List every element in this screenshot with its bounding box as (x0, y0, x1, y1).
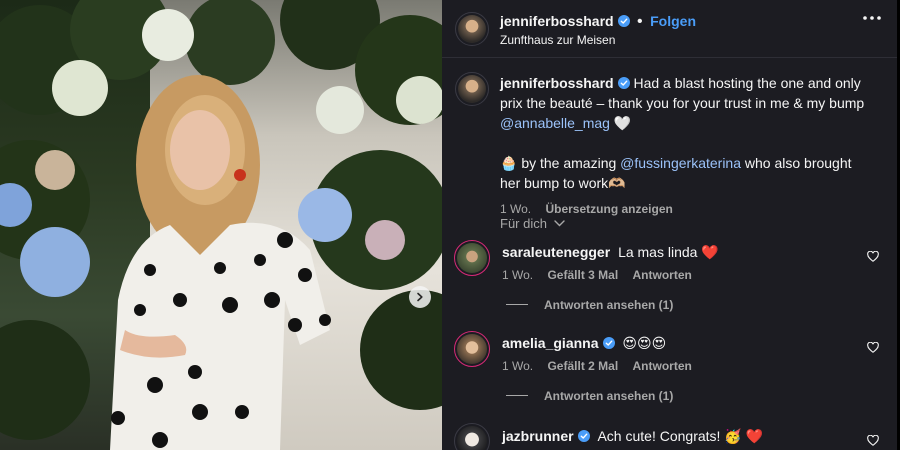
post-caption: jenniferbosshard Had a blast hosting the… (500, 73, 870, 219)
reply-line (506, 395, 528, 396)
verified-badge-icon (602, 337, 615, 349)
comment-text: La mas linda ❤️ (618, 244, 719, 260)
comment-likes[interactable]: Gefällt 2 Mal (547, 359, 618, 373)
comment-body: jazbrunner Ach cute! Congrats! 🥳 ❤️ (502, 428, 763, 445)
verified-badge-icon (617, 15, 630, 27)
view-replies-button[interactable]: Antworten ansehen (1) (506, 298, 673, 312)
separator-dot: • (637, 13, 643, 30)
photo-scene (0, 0, 442, 450)
chevron-down-icon (553, 220, 565, 227)
commenter-avatar[interactable] (454, 331, 490, 367)
view-replies-label: Antworten ansehen (1) (544, 298, 674, 312)
translate-button[interactable]: Übersetzung anzeigen (545, 202, 672, 216)
comment-item: saraleutenegger La mas linda ❤️ 1 Wo. Ge… (442, 240, 897, 320)
next-photo-button[interactable] (409, 286, 431, 308)
comment-meta: 1 Wo. Gefällt 2 Mal Antworten (502, 359, 703, 373)
comment-text: Ach cute! Congrats! 🥳 ❤️ (597, 428, 764, 444)
comment-body: amelia_gianna 😍😍😍 (502, 335, 666, 352)
author-username[interactable]: jenniferbosshard (500, 13, 614, 29)
commenter-username[interactable]: jazbrunner (502, 428, 574, 444)
mention-link[interactable]: @fussingerkaterina (620, 155, 741, 171)
caption-username[interactable]: jenniferbosshard (500, 75, 614, 91)
sort-dropdown[interactable]: Für dich (500, 216, 565, 231)
cupcake-emoji: 🧁 (500, 155, 518, 171)
commenter-avatar[interactable] (454, 240, 490, 276)
commenter-username[interactable]: saraleutenegger (502, 244, 610, 260)
sort-label: Für dich (500, 216, 547, 231)
reply-line (506, 304, 528, 305)
caption-avatar[interactable] (455, 72, 489, 106)
post-header: jenniferbosshard • Folgen Zunfthaus zur … (442, 0, 897, 58)
heart-outline-icon[interactable] (867, 251, 879, 262)
comment-item: jazbrunner Ach cute! Congrats! 🥳 ❤️ (442, 423, 897, 450)
view-replies-button[interactable]: Antworten ansehen (1) (506, 389, 673, 403)
white-heart-emoji: 🤍 (613, 115, 632, 131)
view-replies-label: Antworten ansehen (1) (544, 389, 674, 403)
caption-paragraph-1: jenniferbosshard Had a blast hosting the… (500, 73, 870, 133)
comment-text: 😍😍😍 (622, 335, 667, 351)
commenter-avatar[interactable] (454, 423, 490, 450)
caption-text-2: by the amazing (521, 155, 617, 171)
post-photo (0, 0, 442, 450)
heart-outline-icon[interactable] (867, 435, 879, 446)
comment-likes[interactable]: Gefällt 3 Mal (547, 268, 618, 282)
reply-button[interactable]: Antworten (633, 268, 692, 282)
heart-outline-icon[interactable] (867, 342, 879, 353)
more-options-icon[interactable] (863, 16, 881, 20)
comment-item: amelia_gianna 😍😍😍 1 Wo. Gefällt 2 Mal An… (442, 331, 897, 411)
comment-meta: 1 Wo. Gefällt 3 Mal Antworten (502, 268, 703, 282)
commenter-username[interactable]: amelia_gianna (502, 335, 599, 351)
mention-link[interactable]: @annabelle_mag (500, 115, 610, 131)
verified-badge-icon (617, 77, 630, 89)
chevron-right-icon (417, 292, 423, 302)
comment-time[interactable]: 1 Wo. (502, 359, 533, 373)
caption-paragraph-2: 🧁 by the amazing @fussingerkaterina who … (500, 153, 870, 193)
comment-body: saraleutenegger La mas linda ❤️ (502, 244, 719, 261)
verified-badge-icon (577, 430, 590, 442)
follow-button[interactable]: Folgen (650, 13, 696, 29)
reply-button[interactable]: Antworten (633, 359, 692, 373)
post-location[interactable]: Zunfthaus zur Meisen (500, 33, 615, 47)
comment-time[interactable]: 1 Wo. (502, 268, 533, 282)
post-details-panel: jenniferbosshard • Folgen Zunfthaus zur … (442, 0, 897, 450)
caption-time[interactable]: 1 Wo. (500, 202, 531, 216)
author-avatar[interactable] (455, 12, 489, 46)
